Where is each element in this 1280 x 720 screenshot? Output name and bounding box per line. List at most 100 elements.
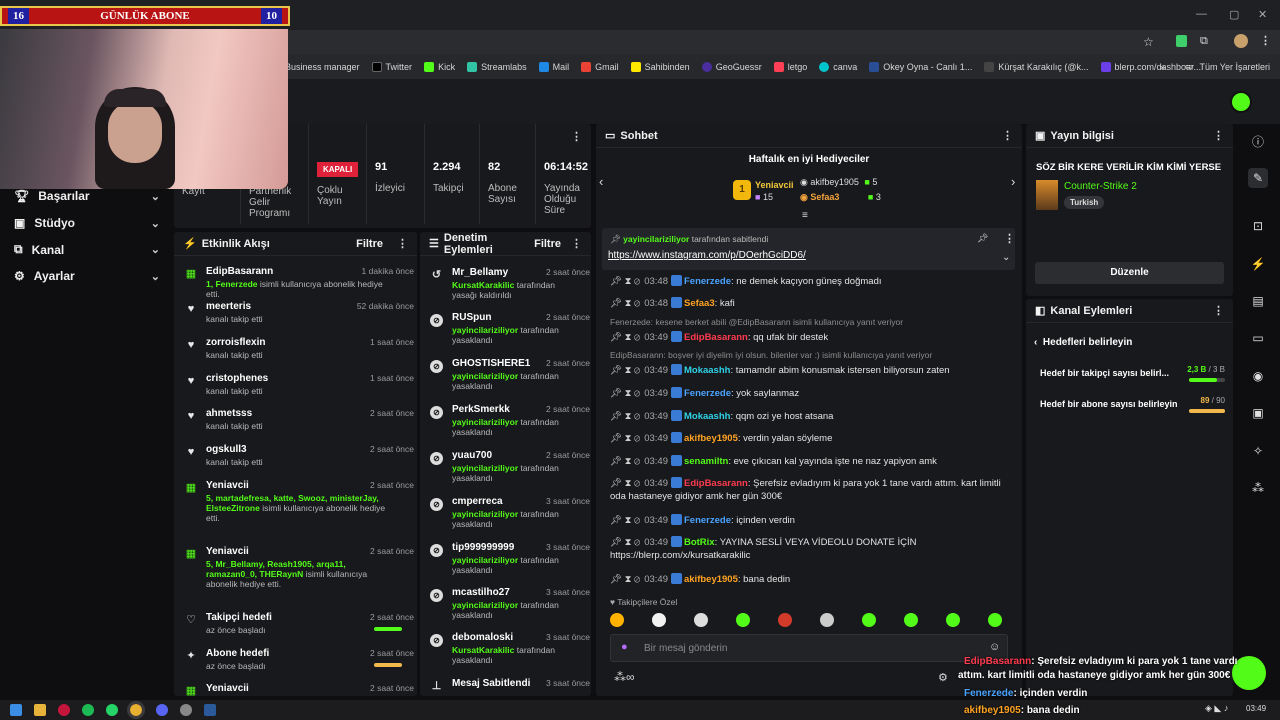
menu-icon[interactable]: ⋮ <box>1260 34 1271 47</box>
chat-settings-icon[interactable]: ⚙ <box>938 671 948 684</box>
edit-button[interactable]: Düzenle <box>1035 262 1224 284</box>
nav-item-settings[interactable]: ⚙ Ayarlar ⌄ <box>14 269 160 283</box>
moderated-user[interactable]: debomaloski <box>452 632 513 643</box>
moderated-user[interactable]: tip999999999 <box>452 542 514 553</box>
edit-rail-icon[interactable]: ✎ <box>1248 168 1268 188</box>
collapse-icon[interactable]: ≡ <box>802 210 808 221</box>
moderated-user[interactable]: Mesaj Sabitlendi <box>452 678 530 689</box>
activity-user[interactable]: cristophenes <box>206 373 268 384</box>
chat-rail-icon[interactable]: ▭ <box>1248 328 1268 348</box>
all-bookmarks[interactable]: » ▭ Tüm Yer İşaretleri <box>1160 54 1270 79</box>
moderated-user[interactable]: yuau700 <box>452 450 492 461</box>
bolt-rail-icon[interactable]: ⚡ <box>1248 254 1268 274</box>
chat-message[interactable]: 📌︎ ⧗ ⊘ 03:49 akifbey1905: bana dedin <box>610 573 1005 586</box>
moderated-user[interactable]: PerkSmerkk <box>452 404 510 415</box>
more-options-icon[interactable]: ⋮ <box>1002 129 1013 142</box>
gifter-2[interactable]: ◉ akifbey1905 ■ 5 <box>800 177 877 188</box>
chat-message[interactable]: 📌︎ ⧗ ⊘ 03:49 EdipBasarann: Şerefsiz evladı… <box>610 477 1005 503</box>
mod-actions-icon[interactable]: 📌︎ ⧗ ⊘ <box>610 365 640 376</box>
more-options-icon[interactable]: ⋮ <box>571 237 582 250</box>
chat-message[interactable]: 📌︎ ⧗ ⊘ 03:49 senamiltn: eve çıkıcan kal ya… <box>610 455 1005 468</box>
chat-username[interactable]: Fenerzede <box>684 388 731 399</box>
obs-icon[interactable] <box>180 704 192 716</box>
chat-message[interactable]: 📌︎ ⧗ ⊘ 03:49 Mokaashh: qqm ozi ye host ats… <box>610 410 1005 423</box>
bookmark-item[interactable]: Gmail <box>581 61 619 72</box>
chat-username[interactable]: BotRix <box>684 537 715 548</box>
more-options-icon[interactable]: ⋮ <box>397 237 408 250</box>
bookmark-item[interactable]: Mail <box>538 61 569 72</box>
discord-icon[interactable] <box>156 704 168 716</box>
mod-actions-icon[interactable]: 📌︎ ⧗ ⊘ <box>610 537 640 548</box>
category-thumbnail[interactable] <box>1036 180 1058 210</box>
star-icon[interactable]: ☆ <box>1143 35 1154 49</box>
layout-rail-icon[interactable]: ▣ <box>1248 403 1268 423</box>
doc-rail-icon[interactable]: ▤ <box>1248 291 1268 311</box>
pinned-link[interactable]: https://www.instagram.com/p/DOerhGciDD6/ <box>608 250 806 261</box>
bookmark-item[interactable]: Okey Oyna - Canlı 1... <box>869 61 972 72</box>
chat-username[interactable]: senamiltn <box>684 456 728 467</box>
chrome-icon[interactable] <box>127 701 145 719</box>
tray-icons[interactable]: ◈ ◣ ♪ <box>1205 703 1228 714</box>
chat-username[interactable]: Sefaa3 <box>684 298 715 309</box>
chat-message[interactable]: 📌︎ ⧗ ⊘ 03:49 Mokaashh: tamamdır abim konus… <box>610 364 1005 377</box>
moderated-user[interactable]: mcastilho27 <box>452 587 510 598</box>
nav-item-studio[interactable]: ▣ Stüdyo ⌄ <box>14 216 160 230</box>
moderated-user[interactable]: RUSpun <box>452 312 491 323</box>
chat-message[interactable]: 📌︎ ⧗ ⊘ 03:49 Fenerzede: içinden verdin <box>610 514 1005 527</box>
chat-username[interactable]: akifbey1905 <box>684 433 738 444</box>
activity-user[interactable]: ogskull3 <box>206 444 247 455</box>
mod-actions-icon[interactable]: 📌︎ ⧗ ⊘ <box>610 411 640 422</box>
mod-actions-icon[interactable]: 📌︎ ⧗ ⊘ <box>610 388 640 399</box>
mod-actions-icon[interactable]: 📌︎ ⧗ ⊘ <box>610 456 640 467</box>
language-tag[interactable]: Turkish <box>1064 196 1105 209</box>
close-icon[interactable]: ✕ <box>1258 8 1267 21</box>
chat-username[interactable]: Fenerzede <box>684 515 731 526</box>
bookmark-item[interactable]: Streamlabs <box>467 61 527 72</box>
share-rail-icon[interactable]: ⁂ <box>1248 478 1268 498</box>
emote-icon[interactable] <box>778 613 792 627</box>
bookmark-item[interactable]: canva <box>819 61 857 72</box>
activity-user[interactable]: Abone hedefi <box>206 648 269 659</box>
tools-rail-icon[interactable]: ✧ <box>1248 441 1268 461</box>
nav-item-achievements[interactable]: 🏆︎ Başarılar ⌄ <box>14 189 160 203</box>
emote-icon[interactable] <box>820 613 834 627</box>
more-options-icon[interactable]: ⋮ <box>1213 129 1224 142</box>
microphone-icon[interactable]: ● <box>621 641 628 653</box>
screen-rail-icon[interactable]: ⊡ <box>1248 216 1268 236</box>
chevron-down-icon[interactable]: ⌄ <box>1002 252 1010 263</box>
chevron-left-icon[interactable]: ‹ <box>599 174 603 189</box>
chat-message[interactable]: 📌︎ ⧗ ⊘ 03:48 Sefaa3: kafi <box>610 297 1005 310</box>
bookmark-item[interactable]: Kürşat Karakılıç (@k... <box>984 61 1089 72</box>
emote-icon[interactable] <box>736 613 750 627</box>
reply-context[interactable]: Fenerzede: kesene berket abili @EdipBasa… <box>610 317 1010 327</box>
mod-actions-icon[interactable]: 📌︎ ⧗ ⊘ <box>610 574 640 585</box>
emote-icon[interactable] <box>610 613 624 627</box>
extension-shield-icon[interactable] <box>1176 35 1187 47</box>
viewers-icon[interactable]: ⁂∞ <box>614 670 635 684</box>
file-explorer-icon[interactable] <box>34 704 46 716</box>
emote-icon[interactable] <box>904 613 918 627</box>
emote-icon[interactable] <box>652 613 666 627</box>
spotify-icon[interactable] <box>82 704 94 716</box>
chat-message[interactable]: 📌︎ ⧗ ⊘ 03:48 Fenerzede: ne demek kaçıyon g… <box>610 275 1005 288</box>
maximize-icon[interactable]: ▢ <box>1229 8 1239 21</box>
chat-message[interactable]: 📌︎ ⧗ ⊘ 03:49 EdipBasarann: qq ufak bir des… <box>610 331 1005 344</box>
activity-user[interactable]: meerteris <box>206 301 251 312</box>
chat-username[interactable]: EdipBasarann <box>684 478 748 489</box>
moderated-user[interactable]: GHOSTISHERE1 <box>452 358 530 369</box>
activity-user[interactable]: Takipçi hedefi <box>206 612 272 623</box>
activity-user[interactable]: zorroisflexin <box>206 337 265 348</box>
minimize-icon[interactable]: — <box>1196 8 1207 20</box>
opera-icon[interactable] <box>58 704 70 716</box>
mod-actions-icon[interactable]: 📌︎ ⧗ ⊘ <box>610 276 640 287</box>
emoji-icon[interactable]: ☺ <box>989 641 1000 653</box>
chat-username[interactable]: Mokaashh <box>684 411 730 422</box>
chat-input[interactable]: ● Bir mesaj gönderin ☺ <box>610 634 1008 662</box>
chevron-right-icon[interactable]: » <box>1160 62 1165 72</box>
follower-goal-row[interactable]: Hedef bir takipçi sayısı belirl... 2,3 B… <box>1040 365 1225 382</box>
filter-button[interactable]: Filtre <box>356 238 383 250</box>
moderated-user[interactable]: Mr_Bellamy <box>452 267 508 278</box>
chat-message[interactable]: 📌︎ ⧗ ⊘ 03:49 BotRix: YAYINA SESLİ VEYA VİD… <box>610 536 1005 562</box>
sub-goal-row[interactable]: Hedef bir abone sayısı belirleyin 89 / 9… <box>1040 396 1225 413</box>
bookmark-item[interactable]: letgo <box>773 61 807 72</box>
